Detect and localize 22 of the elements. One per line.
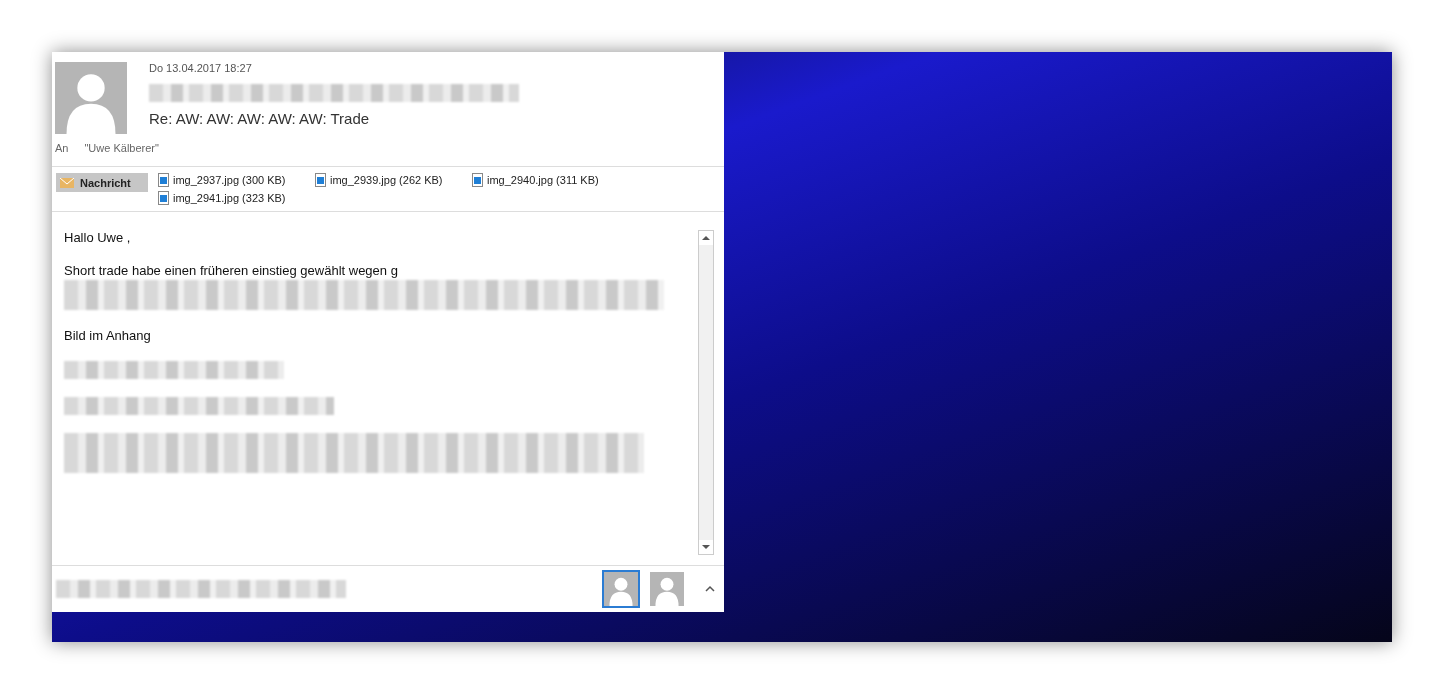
email-date: Do 13.04.2017 18:27 — [149, 62, 253, 74]
scroll-up-icon[interactable] — [699, 231, 713, 245]
attachment-link[interactable]: img_2939.jpg (262 KB) — [315, 173, 472, 187]
envelope-icon — [60, 177, 74, 188]
image-file-icon — [315, 173, 326, 187]
person-button[interactable] — [602, 570, 640, 608]
message-tab[interactable]: Nachricht — [56, 173, 148, 192]
body-paragraph: Short trade habe einen früheren einstieg gewählt wegen g — [64, 263, 399, 278]
scrollbar[interactable] — [698, 230, 714, 555]
body-paragraph: Bild im Anhang — [64, 328, 152, 343]
image-file-icon — [158, 173, 169, 187]
email-subject: Re: AW: AW: AW: AW: AW: Trade — [149, 110, 371, 127]
attachment-link[interactable]: img_2940.jpg (311 KB) — [472, 173, 629, 187]
body-paragraph: Hallo Uwe , — [64, 230, 132, 245]
avatar-icon — [55, 62, 127, 134]
to-label: An — [55, 142, 69, 156]
attachment-link[interactable]: img_2937.jpg (300 KB) — [158, 173, 315, 187]
image-file-icon — [158, 191, 169, 205]
recipient-name: "Uwe Kälberer" — [84, 142, 159, 156]
image-file-icon — [472, 173, 483, 187]
attachment-link[interactable]: img_2941.jpg (323 KB) — [158, 191, 315, 205]
scroll-down-icon[interactable] — [699, 540, 713, 554]
